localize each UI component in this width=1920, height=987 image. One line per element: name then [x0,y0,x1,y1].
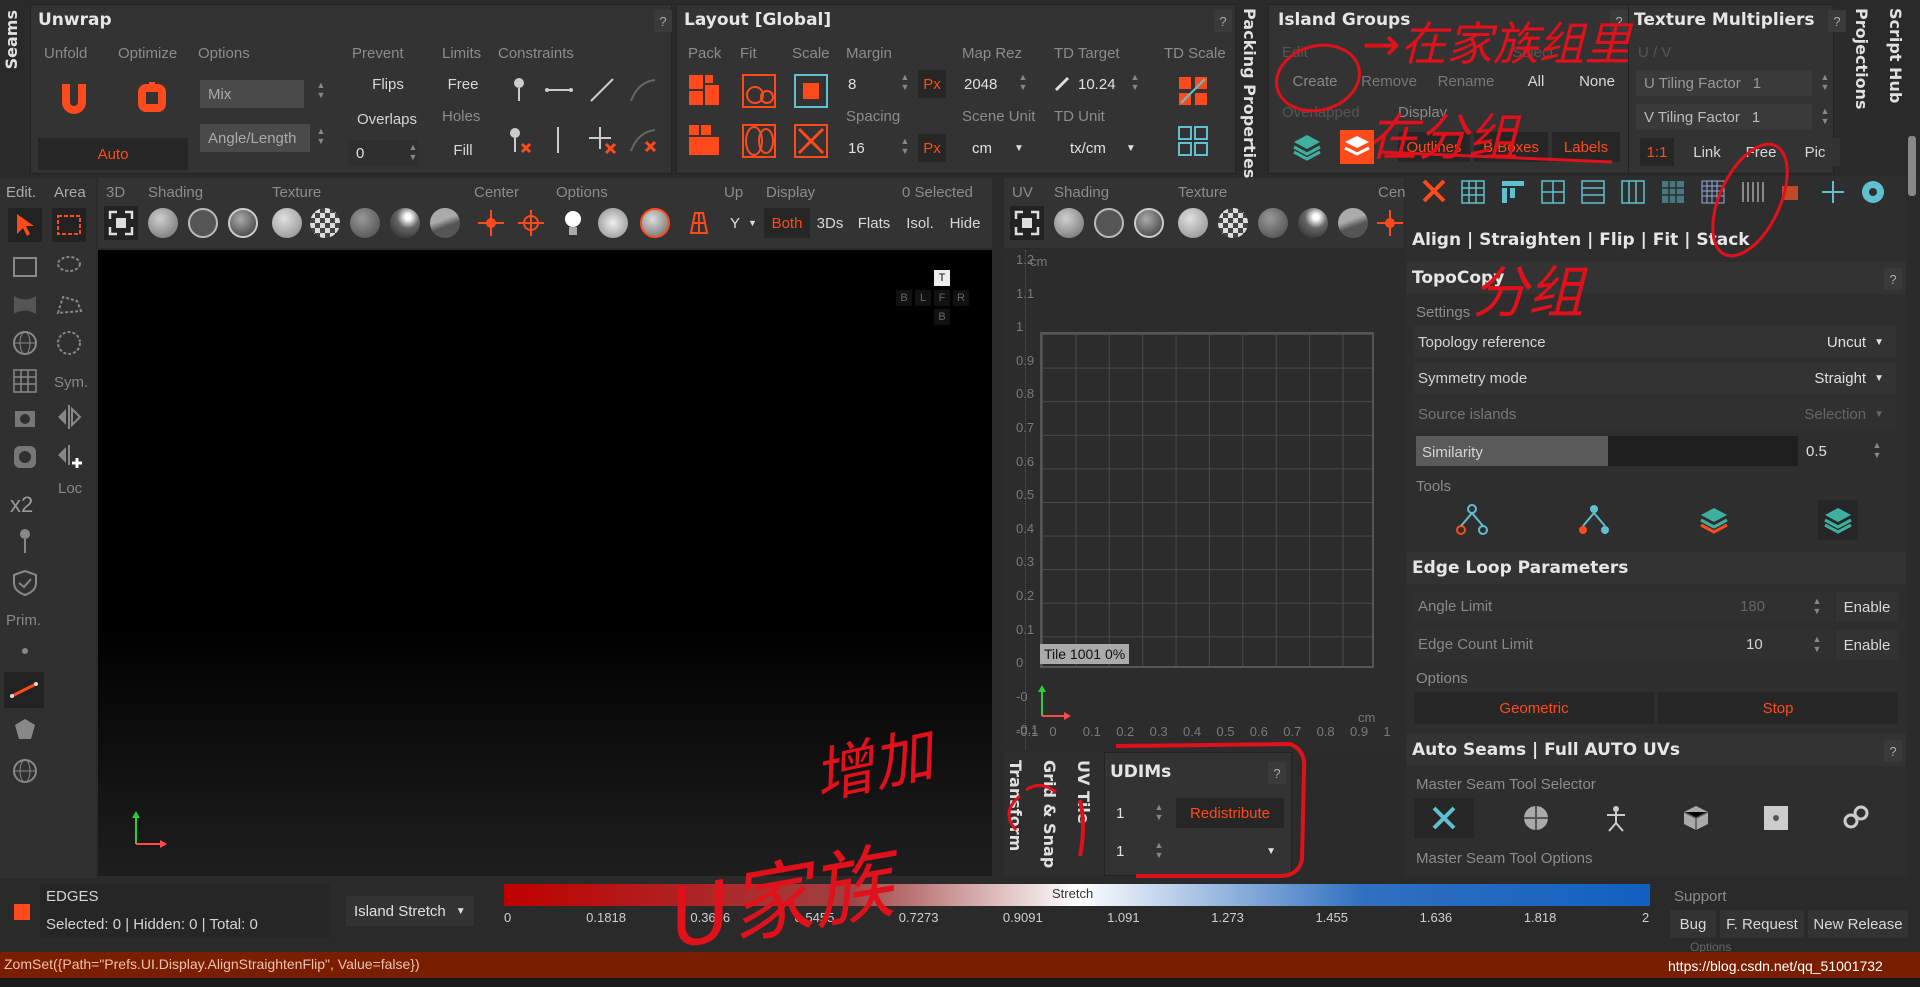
annotation-strokes [1007,43,1789,878]
annotation-text-1: →在家族组里 [1362,17,1631,71]
annotation-one-stroke [1078,799,1085,857]
annotation-brace-left [1007,794,1021,831]
annotation-text-2: 在分组 [1368,109,1518,167]
annotation-circle-create [1275,43,1361,113]
annotation-text-3: 分组 [1472,261,1584,326]
annotation-bracket-udims [1115,741,1307,878]
annotation-wave [1025,784,1057,794]
annotation-circle-grouping [1711,142,1789,258]
